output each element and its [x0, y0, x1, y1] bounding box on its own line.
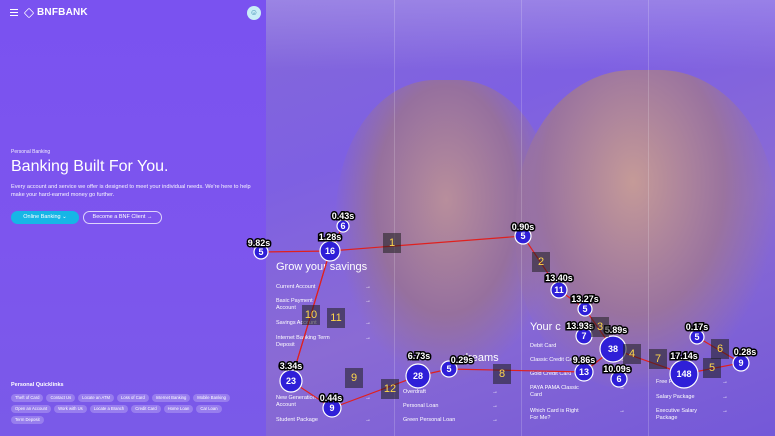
fixation-count: 9 — [738, 358, 743, 368]
marker-layer: 59.82s161.28s60.43s50.90s1113.40s513.27s… — [246, 210, 758, 418]
fixation-duration: 9.82s — [248, 238, 271, 248]
fixation-count: 6 — [616, 374, 621, 384]
fixation-count: 5 — [446, 364, 451, 374]
fixation-marker: 60.43s — [330, 210, 356, 233]
fixation-marker: 148 17.14s — [669, 350, 699, 389]
fixation-duration: 1.28s — [319, 232, 342, 242]
fixation-marker: 50.29s — [440, 354, 475, 378]
fixation-marker: 90.44s — [318, 392, 344, 418]
step-number-box: 12 — [381, 379, 399, 399]
step-number-box: 3 — [591, 317, 609, 337]
fixation-marker: 713.93s — [565, 320, 595, 345]
step-number-box: 7 — [649, 349, 667, 369]
step-number-box: 6 — [711, 339, 729, 359]
step-number-box: 1 — [383, 233, 401, 253]
fixation-count: 11 — [554, 285, 564, 295]
fixation-marker: 610.09s — [602, 363, 632, 388]
step-number: 6 — [717, 343, 723, 355]
step-number-box: 11 — [327, 308, 345, 328]
step-number: 2 — [538, 256, 544, 268]
fixation-count: 13 — [579, 367, 589, 377]
step-number: 4 — [629, 348, 635, 360]
fixation-duration: 9.86s — [573, 355, 596, 365]
fixation-duration: 0.44s — [320, 393, 343, 403]
fixation-marker: 16 1.28s — [317, 231, 343, 262]
fixation-duration: 3.34s — [280, 361, 303, 371]
fixation-marker: 23 3.34s — [278, 360, 304, 393]
step-number: 1 — [389, 237, 395, 249]
fixation-duration: 0.28s — [734, 347, 757, 357]
fixation-marker: 50.90s — [510, 221, 536, 245]
fixation-count: 5 — [694, 332, 699, 342]
step-number: 5 — [709, 362, 715, 374]
gaze-overlay: 59.82s161.28s60.43s50.90s1113.40s513.27s… — [246, 210, 758, 418]
fixation-count: 9 — [329, 403, 334, 413]
fixation-count: 5 — [582, 304, 587, 314]
fixation-duration: 6.73s — [408, 351, 431, 361]
fixation-duration: 13.40s — [545, 273, 573, 283]
fixation-duration: 0.17s — [686, 322, 709, 332]
step-number-box: 4 — [623, 344, 641, 364]
fixation-marker: 13 9.86s — [571, 354, 597, 382]
step-number: 11 — [330, 312, 341, 324]
fixation-marker: 11 13.40s — [544, 272, 574, 299]
fixation-duration: 13.27s — [571, 294, 599, 304]
fixation-marker: 50.17s — [684, 321, 710, 345]
fixation-count: 23 — [286, 376, 296, 386]
fixation-marker: 28 6.73s — [405, 350, 432, 389]
step-layer: 12345678910 1112 — [302, 233, 729, 399]
fixation-count: 5 — [258, 247, 263, 257]
step-number: 9 — [351, 372, 357, 384]
step-number-box: 8 — [493, 364, 511, 384]
fixation-duration: 0.90s — [512, 222, 535, 232]
fixation-marker: 59.82s — [246, 237, 272, 260]
step-number: 10 — [305, 309, 317, 321]
fixation-duration: 10.09s — [603, 364, 631, 374]
fixation-duration: 17.14s — [670, 351, 698, 361]
step-number-box: 2 — [532, 252, 550, 272]
fixation-count: 38 — [608, 344, 618, 354]
fixation-count: 148 — [676, 369, 691, 379]
step-number-box: 9 — [345, 368, 363, 388]
fixation-count: 6 — [340, 221, 345, 231]
fixation-count: 5 — [520, 231, 525, 241]
fixation-marker: 90.28s — [732, 346, 758, 372]
fixation-duration: 0.43s — [332, 211, 355, 221]
step-number: 7 — [655, 353, 661, 365]
step-number: 3 — [597, 321, 603, 333]
fixation-duration: 13.93s — [566, 321, 594, 331]
fixation-duration: 0.29s — [451, 355, 474, 365]
fixation-count: 28 — [413, 371, 423, 381]
step-number: 12 — [384, 383, 396, 395]
fixation-marker: 513.27s — [570, 293, 600, 317]
step-number: 8 — [499, 368, 505, 380]
step-number-box: 10 — [302, 305, 320, 325]
fixation-count: 16 — [325, 246, 335, 256]
step-number-box: 5 — [703, 358, 721, 378]
fixation-count: 7 — [581, 331, 586, 341]
